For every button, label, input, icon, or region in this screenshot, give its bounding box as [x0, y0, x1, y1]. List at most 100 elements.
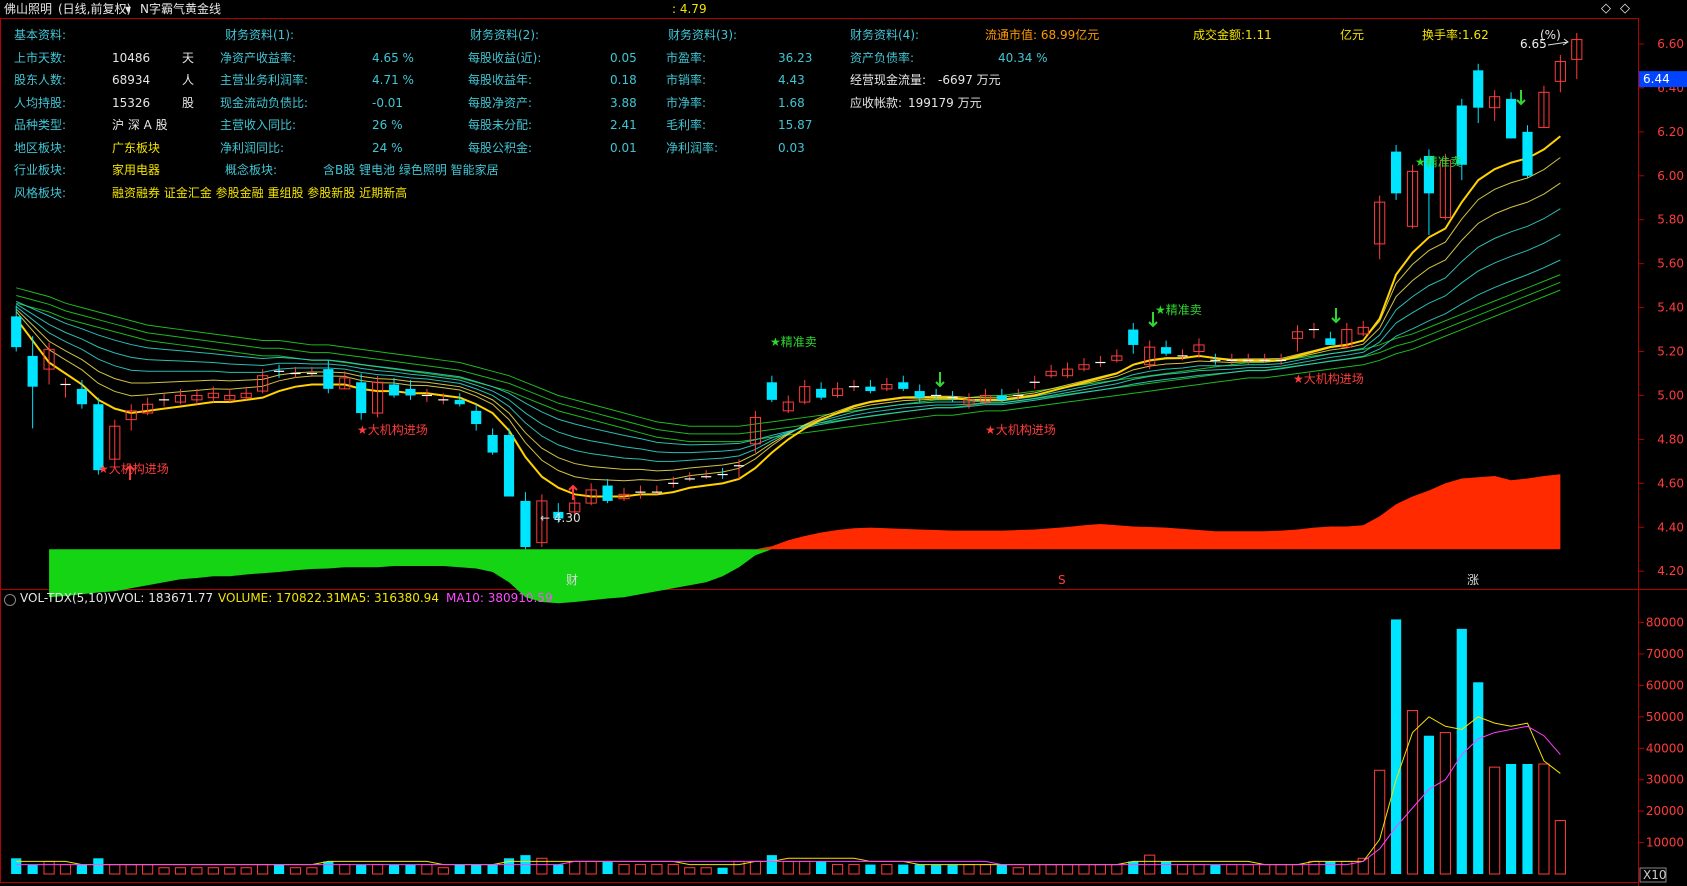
candle-down: [405, 388, 416, 396]
diamond-icon[interactable]: ◇: [1601, 2, 1611, 16]
candle-down: [1390, 151, 1402, 194]
kline-chart[interactable]: 6.606.406.206.005.805.605.405.205.004.80…: [0, 0, 1687, 886]
info-fin3-value: 15.87: [778, 118, 813, 132]
low-marker: ← 4.30: [540, 511, 581, 525]
info-fin1-title: 财务资料(1):: [225, 28, 295, 42]
volume-bar-up: [667, 864, 679, 875]
volume-bar-up: [59, 864, 72, 875]
volume-bar-up: [733, 860, 745, 875]
bull-fill-area: [755, 474, 1561, 550]
vol-vvol: VVOL: 183671.77: [108, 591, 214, 605]
candle-down: [93, 404, 104, 471]
volume-bar-up: [174, 867, 187, 875]
info-fin4-title: 财务资料(4):: [850, 28, 920, 42]
volume-bar-up: [1406, 710, 1419, 875]
volume-bar-up: [158, 867, 170, 875]
maximize-icon[interactable]: ◇: [1620, 2, 1630, 16]
vol-tick-label: 50000: [1646, 710, 1684, 724]
vol-tick-label: 10000: [1646, 836, 1684, 850]
volume-bar-up: [1341, 860, 1353, 875]
vol-tick-label: 40000: [1646, 741, 1684, 755]
volume-bar-up: [1111, 864, 1123, 875]
info-fin4-key: 经营现金流量:: [850, 73, 927, 87]
volume-bar-down: [388, 864, 400, 874]
info-basic-value: 家用电器: [112, 163, 161, 177]
volume-bar-up: [125, 864, 137, 875]
vol-tick-label: 70000: [1646, 647, 1684, 661]
vol-ma5-line: [16, 716, 1561, 866]
volume-bar-down: [323, 861, 334, 874]
volume-bar-down: [487, 864, 498, 874]
candle-down: [1473, 70, 1484, 108]
info-basic-title: 基本资料:: [14, 28, 67, 42]
volume-bar-down: [405, 864, 416, 874]
info-fin1-key: 净利润同比:: [220, 140, 285, 155]
info-basic-key: 风格板块:: [14, 185, 67, 200]
volume-bar-up: [142, 864, 154, 875]
collapse-icon[interactable]: [4, 594, 16, 606]
candle-down: [503, 435, 515, 497]
candle-down: [454, 399, 465, 405]
volume-bar-up: [569, 860, 581, 875]
info-fin1-value: 4.65 %: [372, 50, 414, 65]
info-fin2-value: 0.01: [610, 140, 637, 155]
vol-volume: VOLUME: 170822.31: [218, 591, 341, 605]
price-tick-label: 5.00: [1657, 388, 1684, 402]
candle-down: [323, 369, 334, 389]
vol-unit-label: X10: [1643, 868, 1667, 882]
volume-bar-down: [1390, 619, 1402, 874]
volume-bar-up: [43, 860, 55, 875]
volume-bar-up: [1291, 864, 1304, 875]
candle-down: [1522, 131, 1533, 176]
vol-tick-label: 30000: [1646, 773, 1684, 787]
vol-title[interactable]: VOL-TDX(5,10): [20, 591, 108, 605]
institution-signal: ★大机构进场: [985, 422, 1056, 437]
volume-bar-up: [437, 867, 449, 875]
sell-signal: ★精准卖: [770, 335, 817, 349]
volume-bar-up: [684, 867, 696, 875]
sell-signal: ★精准卖: [1415, 155, 1462, 169]
info-basic-value: 沪 深 A 股: [112, 118, 168, 132]
info-basic-unit: 天: [182, 50, 195, 65]
volume-bar-up: [749, 860, 762, 875]
info-fin2-key: 每股净资产:: [468, 95, 533, 110]
date-mark: 财: [566, 573, 578, 587]
volume-bar-up: [224, 867, 236, 875]
volume-bar-up: [618, 864, 630, 875]
price-tick-label: 6.60: [1657, 37, 1684, 51]
volume-bar-down: [11, 858, 22, 874]
vol-tick-label: 60000: [1646, 678, 1684, 692]
info-concept-value: 含B股 锂电池 绿色照明 智能家居: [323, 163, 499, 177]
indicator-name[interactable]: N字霸气黄金线: [140, 2, 221, 16]
price-tick-label: 4.80: [1657, 432, 1684, 446]
volume-bar-down: [865, 864, 876, 874]
volume-bar-down: [273, 864, 285, 874]
volume-bar-up: [109, 864, 121, 875]
chart-mode: (日线,前复权): [58, 2, 132, 16]
info-market-amount: 成交金额:1.11: [1193, 28, 1272, 42]
volume-bar-up: [1538, 763, 1550, 875]
volume-bar-up: [289, 867, 302, 875]
volume-bar-up: [306, 867, 318, 875]
info-fin2-key: 每股收益年:: [468, 73, 533, 87]
price-tick-label: 6.20: [1657, 125, 1684, 139]
chevron-down-icon[interactable]: ▾: [125, 2, 131, 16]
stock-name: 佛山照明: [4, 2, 53, 16]
volume-bar-up: [651, 864, 663, 875]
volume-bar-up: [881, 864, 893, 875]
volume-bar-down: [1505, 764, 1517, 874]
info-basic-value: 15326: [112, 95, 151, 110]
candle-down: [76, 388, 88, 405]
info-basic-unit: 股: [182, 95, 195, 110]
volume-bar-up: [1078, 864, 1090, 875]
info-market-unit: 亿元: [1340, 28, 1365, 42]
volume-bar-up: [1193, 864, 1205, 875]
info-fin1-key: 净资产收益率:: [220, 50, 297, 65]
candle-down: [11, 316, 22, 348]
volume-bar-down: [503, 858, 515, 874]
price-tick-label: 5.60: [1657, 257, 1684, 271]
info-fin1-value: -0.01: [372, 95, 404, 110]
candle-down: [520, 500, 531, 548]
volume-bar-up: [848, 864, 860, 875]
info-basic-key: 人均持股:: [14, 95, 67, 110]
